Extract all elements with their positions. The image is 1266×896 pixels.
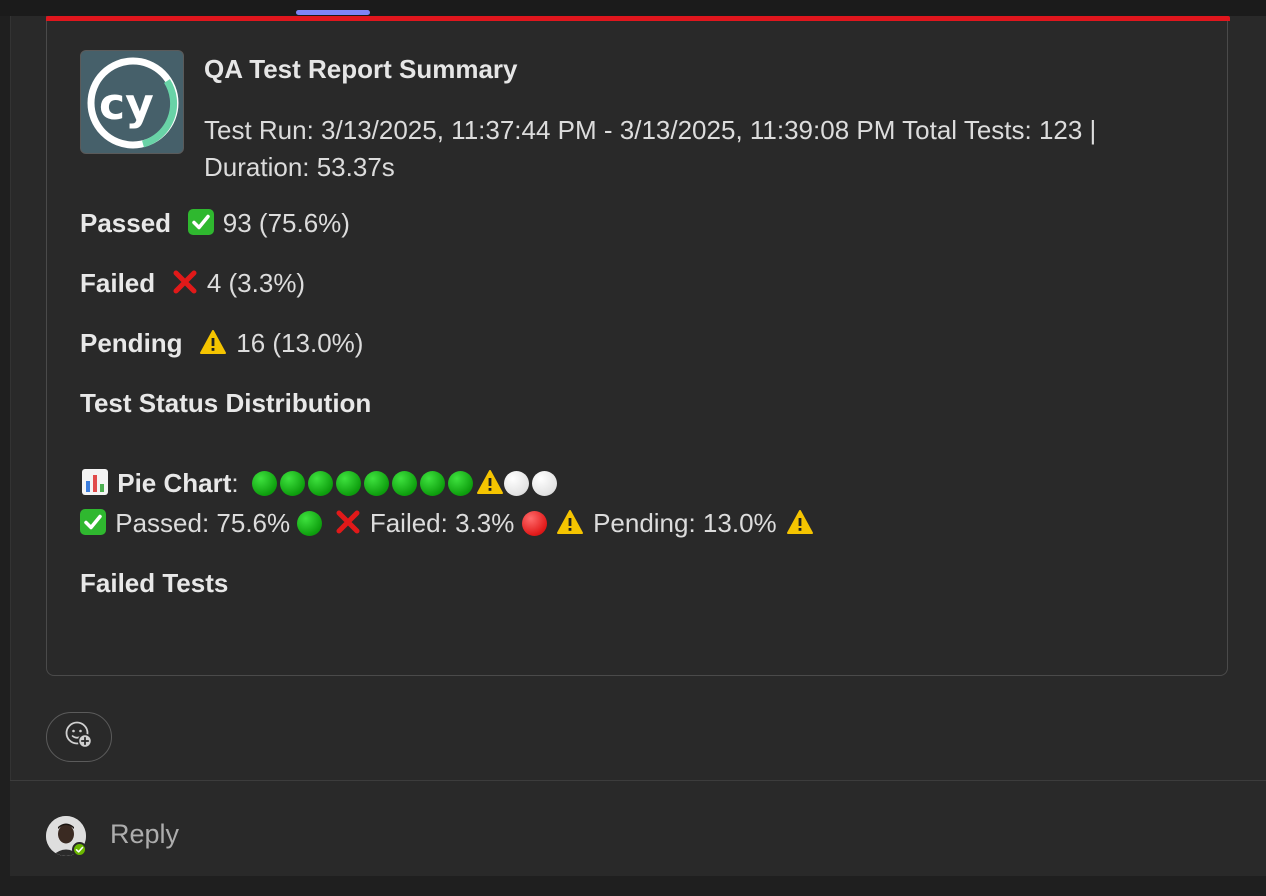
failed-label: Failed [80,268,156,298]
passed-dot-icon [279,471,305,496]
available-status-icon [72,842,87,857]
passed-value: 93 (75.6%) [222,208,350,238]
add-reaction-button[interactable] [46,712,112,762]
failed-tests-heading: Failed Tests [80,568,229,598]
pending-row: Pending 16 (13.0%) [80,328,363,362]
remaining-dot-icon [531,471,557,496]
passed-dot-icon [391,471,417,496]
active-tab-indicator [296,10,370,15]
failed-row: Failed 4 (3.3%) [80,268,305,302]
warning-icon [786,509,814,542]
pie-chart-row: Pie Chart: [80,468,560,502]
cross-mark-icon [172,269,198,302]
legend-pending: Pending: 13.0% [593,508,777,538]
passed-dot-icon [419,471,445,496]
check-mark-icon [187,209,214,242]
legend-passed: Passed: 75.6% [115,508,291,538]
bar-chart-icon [82,469,108,502]
passed-dot-icon [251,471,277,496]
pie-visual [251,468,560,498]
add-reaction-icon [64,720,94,755]
report-subtitle: Test Run: 3/13/2025, 11:37:44 PM - 3/13/… [204,115,1097,182]
failed-dot-icon [521,511,547,536]
reply-button[interactable]: Reply [110,819,179,850]
passed-row: Passed 93 (75.6%) [80,208,350,242]
passed-dot-icon [363,471,389,496]
legend-failed: Failed: 3.3% [369,508,515,538]
legend-row: Passed: 75.6% Failed: 3.3% Pending: 13.0… [80,508,816,542]
svg-text:cy: cy [99,79,154,130]
passed-dot-icon [335,471,361,496]
check-mark-icon [80,509,106,542]
passed-dot-icon [447,471,473,496]
report-title: QA Test Report Summary [204,54,518,84]
warning-icon [556,509,584,542]
warning-icon [476,469,504,502]
failed-value: 4 (3.3%) [206,268,306,298]
pie-chart-label: Pie Chart [117,468,232,498]
cypress-logo: cy [80,50,184,154]
passed-dot-icon [307,471,333,496]
pending-value: 16 (13.0%) [236,328,364,358]
passed-label: Passed [80,208,172,238]
top-bar [0,0,1266,16]
remaining-dot-icon [503,471,529,496]
passed-dot-icon [297,511,323,536]
pie-chart-colon: : [231,468,239,498]
pending-label: Pending [80,328,183,358]
card-accent-bar [46,16,1230,21]
bottom-strip [0,876,1266,896]
distribution-heading: Test Status Distribution [80,388,372,418]
cross-mark-icon [335,509,361,542]
reply-area[interactable] [10,781,1266,876]
warning-icon [199,329,227,362]
